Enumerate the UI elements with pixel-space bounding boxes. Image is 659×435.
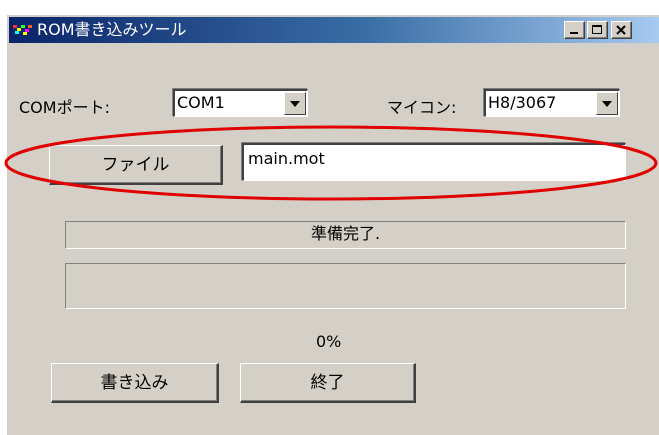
minimize-icon — [570, 32, 578, 34]
mcu-label: マイコン: — [387, 98, 457, 117]
app-icon — [13, 25, 32, 35]
title-bar[interactable]: ROM書き込みツール — [9, 17, 659, 43]
chevron-down-icon — [602, 101, 612, 107]
file-button[interactable]: ファイル — [49, 145, 223, 185]
com-port-select[interactable]: COM1 — [173, 89, 308, 117]
mcu-value: H8/3067 — [488, 93, 557, 112]
status-bar: 準備完了. — [65, 221, 626, 249]
maximize-button[interactable] — [587, 21, 608, 39]
close-icon — [616, 25, 626, 35]
file-path-input[interactable]: main.mot — [242, 143, 626, 181]
minimize-button[interactable] — [564, 21, 585, 39]
write-button[interactable]: 書き込み — [51, 363, 219, 403]
close-button[interactable] — [611, 21, 632, 39]
app-window: ROM書き込みツール COMポート: COM1 マイコン: H8/3067 ファ… — [6, 14, 659, 435]
exit-button[interactable]: 終了 — [240, 363, 416, 403]
com-port-value: COM1 — [177, 93, 225, 112]
window-title: ROM書き込みツール — [37, 20, 187, 39]
progress-percent: 0% — [316, 332, 342, 351]
com-port-dropdown-button[interactable] — [284, 92, 306, 115]
mcu-select[interactable]: H8/3067 — [484, 89, 620, 117]
mcu-dropdown-button[interactable] — [596, 92, 618, 115]
progress-bar — [65, 263, 626, 309]
com-port-label: COMポート: — [19, 98, 110, 117]
chevron-down-icon — [290, 101, 300, 107]
status-text: 準備完了. — [310, 224, 381, 243]
maximize-icon — [592, 25, 602, 34]
